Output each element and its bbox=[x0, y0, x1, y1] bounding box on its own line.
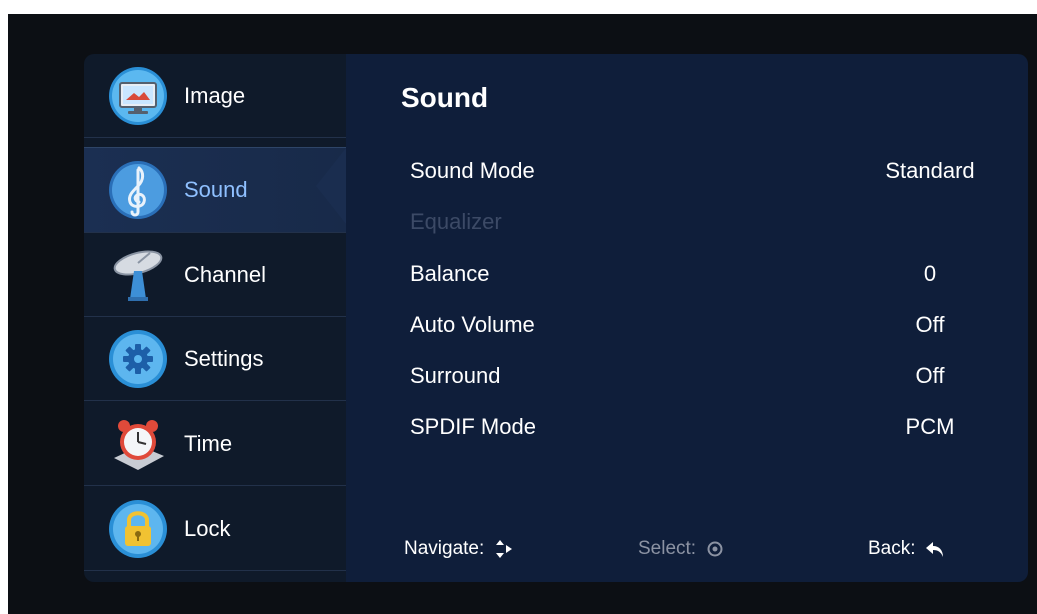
row-label: Balance bbox=[410, 261, 490, 286]
padlock-icon bbox=[109, 499, 167, 558]
menu-row-auto-volume[interactable]: Auto Volume Off bbox=[410, 304, 970, 344]
row-value: 0 bbox=[923, 261, 937, 286]
row-label: Auto Volume bbox=[410, 312, 535, 337]
sidebar-item-label: Image bbox=[184, 82, 246, 108]
footer-select-hint: Select: bbox=[638, 538, 726, 560]
menu-row-sound-mode[interactable]: Sound Mode Standard bbox=[410, 150, 975, 190]
gear-icon bbox=[109, 329, 167, 388]
row-value: Standard bbox=[885, 158, 975, 183]
treble-clef-icon bbox=[109, 161, 167, 219]
footer-back-hint: Back: bbox=[868, 538, 946, 560]
ok-button-icon bbox=[707, 541, 723, 557]
footer-navigate-hint: Navigate: bbox=[404, 538, 514, 560]
main-menu-sidebar: Image Sound Channel Settings Time Lock bbox=[84, 54, 346, 582]
menu-row-equalizer: Equalizer bbox=[410, 201, 970, 241]
back-arrow-icon bbox=[925, 542, 943, 557]
sidebar-item-sound[interactable]: Sound bbox=[84, 147, 346, 233]
row-label: Equalizer bbox=[410, 209, 502, 234]
sidebar-item-label: Channel bbox=[184, 261, 266, 287]
panel-title: Sound bbox=[401, 82, 489, 113]
select-label: Select: bbox=[638, 538, 697, 559]
sidebar-item-image[interactable]: Image bbox=[84, 54, 346, 138]
menu-row-balance[interactable]: Balance 0 bbox=[410, 253, 970, 293]
menu-row-spdif-mode[interactable]: SPDIF Mode PCM bbox=[410, 406, 970, 446]
row-label: Surround bbox=[410, 363, 501, 388]
navigate-label: Navigate: bbox=[404, 538, 485, 559]
alarm-clock-icon bbox=[114, 419, 164, 470]
sidebar-item-label: Settings bbox=[184, 345, 264, 371]
sidebar-item-time[interactable]: Time bbox=[84, 402, 346, 486]
sidebar-item-label: Lock bbox=[184, 515, 231, 541]
sound-settings-panel: Sound Sound Mode Standard Equalizer Bala… bbox=[346, 54, 1028, 582]
sidebar-item-label: Time bbox=[184, 430, 233, 456]
sidebar-item-lock[interactable]: Lock bbox=[84, 487, 346, 571]
sidebar-item-channel[interactable]: Channel bbox=[84, 233, 346, 317]
menu-row-surround[interactable]: Surround Off bbox=[410, 355, 970, 395]
row-value: Off bbox=[915, 363, 945, 388]
row-value: Off bbox=[915, 312, 945, 337]
row-label: Sound Mode bbox=[410, 158, 535, 183]
row-label: SPDIF Mode bbox=[410, 414, 536, 439]
navigate-arrows-icon bbox=[496, 540, 513, 558]
back-label: Back: bbox=[868, 538, 916, 559]
selection-pointer bbox=[316, 148, 346, 224]
sidebar-item-settings[interactable]: Settings bbox=[84, 317, 346, 401]
row-value: PCM bbox=[905, 414, 955, 439]
sidebar-item-label: Sound bbox=[184, 177, 248, 202]
monitor-icon bbox=[109, 66, 167, 125]
satellite-dish-icon bbox=[113, 250, 163, 301]
